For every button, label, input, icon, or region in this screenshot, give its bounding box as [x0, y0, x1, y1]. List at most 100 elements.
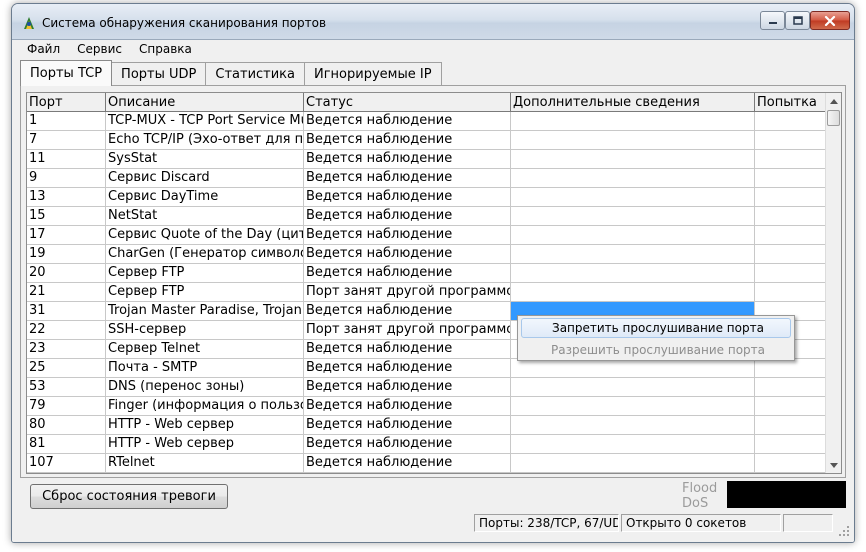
cell-description: HTTP - Web сервер — [106, 416, 304, 435]
cell-attempt — [755, 283, 827, 302]
table-row[interactable]: 15 NetStat Ведется наблюдение — [27, 207, 827, 226]
cell-status: Ведется наблюдение — [304, 245, 511, 264]
tab-udp-ports[interactable]: Порты UDP — [111, 62, 207, 86]
cell-status: Ведется наблюдение — [304, 131, 511, 150]
app-icon — [24, 17, 34, 29]
cell-port: 79 — [27, 397, 106, 416]
table-row[interactable]: 13 Сервис DayTime Ведется наблюдение — [27, 188, 827, 207]
table-row[interactable]: 1TCP-MUX - TCP Port Service MultiplexerВ… — [27, 112, 827, 131]
cell-description: TCP-MUX - TCP Port Service Multiplexer — [106, 112, 304, 131]
ports-table[interactable]: Порт Описание Статус Дополнительные свед… — [26, 92, 842, 474]
cell-details — [511, 131, 755, 150]
cell-description: HTTP - Web сервер — [106, 435, 304, 454]
menu-bar: Файл Сервис Справка — [12, 40, 854, 58]
menu-service[interactable]: Сервис — [68, 42, 130, 56]
cell-description: Сервер FTP — [106, 264, 304, 283]
menu-help[interactable]: Справка — [130, 42, 200, 56]
cell-description: DNS (перенос зоны) — [106, 378, 304, 397]
tab-statistics[interactable]: Статистика — [205, 62, 305, 86]
table-row[interactable]: 53 DNS (перенос зоны) Ведется наблюдение — [27, 378, 827, 397]
cell-description: Сервис Quote of the Day (цитата дня) — [106, 226, 304, 245]
cell-attempt — [755, 169, 827, 188]
tab-ignored-ip[interactable]: Игнорируемые IP — [304, 62, 442, 86]
cell-attempt — [755, 150, 827, 169]
cell-attempt — [755, 378, 827, 397]
column-header-status[interactable]: Статус — [304, 93, 511, 112]
cell-details — [511, 245, 755, 264]
menu-item-deny-listening[interactable]: Запретить прослушивание порта — [521, 318, 791, 338]
table-header: Порт Описание Статус Дополнительные свед… — [27, 93, 827, 112]
cell-port: 7 — [27, 131, 106, 150]
cell-details — [511, 454, 755, 473]
cell-status: Ведется наблюдение — [304, 378, 511, 397]
column-header-attempt[interactable]: Попытка — [755, 93, 827, 112]
alarm-indicator — [727, 481, 846, 508]
title-bar[interactable]: Система обнаружения сканирования портов — [12, 4, 854, 40]
table-row[interactable]: 7Echo TCP/IP (Эхо-ответ для протокола TC… — [27, 131, 827, 150]
window-title: Система обнаружения сканирования портов — [42, 16, 327, 30]
table-row[interactable]: 11 SysStat Ведется наблюдение — [27, 150, 827, 169]
scroll-down-arrow-icon[interactable] — [826, 457, 841, 473]
scrollbar-thumb[interactable] — [827, 110, 840, 126]
table-row[interactable]: 79Finger (информация о пользователе)Веде… — [27, 397, 827, 416]
cell-details — [511, 378, 755, 397]
cell-port: 31 — [27, 302, 106, 321]
table-row[interactable]: 19 CharGen (Генератор символов) Ведется на… — [27, 245, 827, 264]
menu-item-allow-listening[interactable]: Разрешить прослушивание порта — [521, 340, 791, 360]
cell-attempt — [755, 454, 827, 473]
cell-port: 21 — [27, 283, 106, 302]
scroll-up-arrow-icon[interactable] — [826, 93, 841, 109]
cell-status: Ведется наблюдение — [304, 226, 511, 245]
table-row[interactable]: 20 Сервер FTP Ведется наблюдение — [27, 264, 827, 283]
table-row[interactable]: 17Сервис Quote of the Day (цитата дня)Ве… — [27, 226, 827, 245]
resize-grip-icon[interactable] — [838, 525, 850, 537]
cell-attempt — [755, 207, 827, 226]
menu-file[interactable]: Файл — [18, 42, 68, 56]
flood-indicator-label: Flood — [682, 481, 718, 496]
cell-description: SSH-сервер — [106, 321, 304, 340]
cell-description: Echo TCP/IP (Эхо-ответ для протокола TCP… — [106, 131, 304, 150]
cell-port: 81 — [27, 435, 106, 454]
reset-alarm-button[interactable]: Сброс состояния тревоги — [30, 484, 228, 509]
table-row[interactable]: 80 HTTP - Web сервер Ведется наблюдение — [27, 416, 827, 435]
table-row[interactable]: 25 Почта - SMTP Ведется наблюдение — [27, 359, 827, 378]
cell-port: 9 — [27, 169, 106, 188]
column-header-port[interactable]: Порт — [27, 93, 106, 112]
column-header-description[interactable]: Описание — [106, 93, 304, 112]
table-row[interactable]: 21 Сервер FTP Порт занят другой программой — [27, 283, 827, 302]
cell-details — [511, 435, 755, 454]
cell-status: Порт занят другой программой — [304, 321, 511, 340]
tab-tcp-ports[interactable]: Порты TCP — [20, 60, 113, 86]
cell-description: Сервер FTP — [106, 283, 304, 302]
tab-strip: Порты TCP Порты UDP Статистика Игнорируе… — [20, 60, 442, 86]
table-body: 1TCP-MUX - TCP Port Service MultiplexerВ… — [27, 112, 827, 473]
cell-description: NetStat — [106, 207, 304, 226]
vertical-scrollbar[interactable] — [825, 93, 841, 473]
cell-port: 13 — [27, 188, 106, 207]
cell-status: Ведется наблюдение — [304, 340, 511, 359]
cell-details — [511, 150, 755, 169]
table-row[interactable]: 9 Сервис Discard Ведется наблюдение — [27, 169, 827, 188]
cell-attempt — [755, 264, 827, 283]
minimize-button[interactable] — [760, 11, 785, 30]
cell-status: Ведется наблюдение — [304, 302, 511, 321]
table-row[interactable]: 81 HTTP - Web сервер Ведется наблюдение — [27, 435, 827, 454]
cell-port: 20 — [27, 264, 106, 283]
cell-details — [511, 207, 755, 226]
cell-details — [511, 416, 755, 435]
cell-port: 53 — [27, 378, 106, 397]
cell-description: SysStat — [106, 150, 304, 169]
cell-details — [511, 283, 755, 302]
cell-details — [511, 169, 755, 188]
cell-details — [511, 264, 755, 283]
cell-port: 25 — [27, 359, 106, 378]
cell-attempt — [755, 359, 827, 378]
table-row[interactable]: 107 RTelnet Ведется наблюдение — [27, 454, 827, 473]
cell-port: 80 — [27, 416, 106, 435]
cell-status: Ведется наблюдение — [304, 188, 511, 207]
column-header-details[interactable]: Дополнительные сведения — [511, 93, 755, 112]
maximize-button[interactable] — [785, 11, 810, 30]
cell-status: Ведется наблюдение — [304, 264, 511, 283]
close-button[interactable] — [810, 11, 850, 30]
cell-status: Ведется наблюдение — [304, 112, 511, 131]
